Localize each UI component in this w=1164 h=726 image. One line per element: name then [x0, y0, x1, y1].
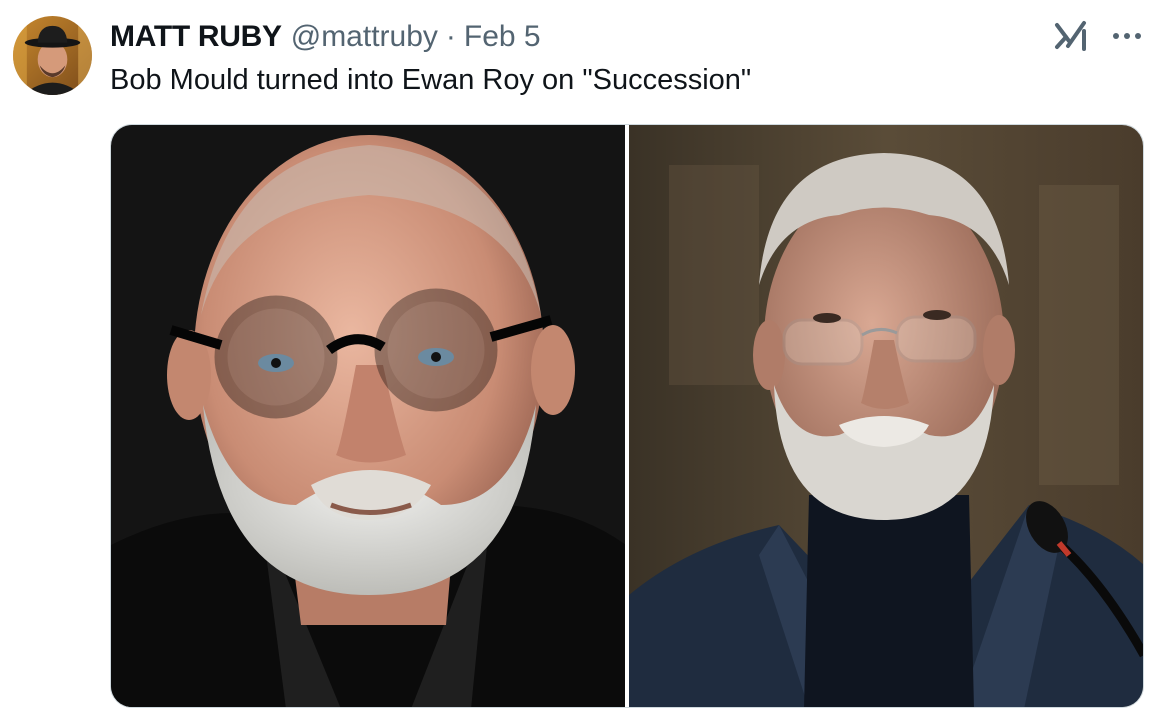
author-display-name[interactable]: MATT RUBY	[110, 17, 282, 57]
tweet-header: MATT RUBY @mattruby · Feb 5	[110, 17, 541, 57]
author-handle[interactable]: @mattruby	[291, 17, 438, 57]
media-photo-left[interactable]	[111, 125, 625, 707]
tweet-media-grid	[110, 124, 1144, 708]
grok-icon[interactable]	[1054, 19, 1090, 53]
tweet-card: MATT RUBY @mattruby · Feb 5 Bob Mould tu…	[0, 0, 1164, 726]
avatar[interactable]	[13, 16, 92, 95]
media-photo-right[interactable]	[629, 125, 1143, 707]
tweet-date[interactable]: Feb 5	[464, 17, 541, 57]
separator-dot: ·	[445, 20, 456, 53]
more-options-icon[interactable]	[1110, 24, 1144, 48]
tweet-text: Bob Mould turned into Ewan Roy on "Succe…	[110, 64, 752, 96]
